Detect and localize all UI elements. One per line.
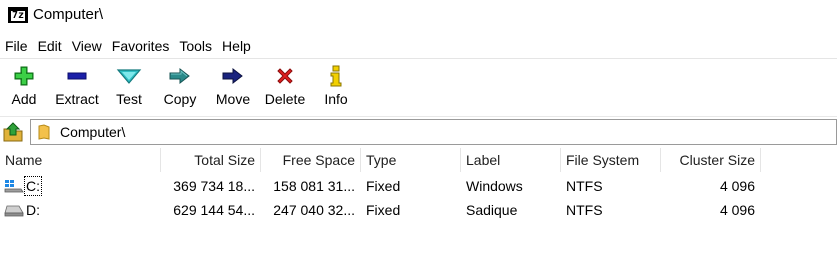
cluster-size-cell: 4 096 — [719, 202, 755, 218]
column-header-file-system[interactable]: File System — [561, 148, 660, 172]
address-input[interactable]: Computer\ — [30, 119, 837, 145]
drive-name: D: — [26, 202, 40, 218]
info-icon — [330, 65, 342, 87]
move-arrow-icon — [222, 67, 243, 85]
menu-view[interactable]: View — [67, 34, 107, 58]
column-header-label[interactable]: Label — [461, 148, 560, 172]
column-header-total-size[interactable]: Total Size — [161, 148, 260, 172]
address-bar: Computer\ — [0, 116, 837, 148]
menu-file[interactable]: File — [0, 34, 33, 58]
column-header-name[interactable]: Name — [0, 148, 160, 172]
delete-button[interactable]: Delete — [262, 63, 308, 113]
copy-arrow-icon — [169, 67, 190, 85]
up-folder-button[interactable] — [2, 121, 24, 143]
drive-row-c[interactable]: C: 369 734 18... 158 081 31... Fixed Win… — [0, 174, 837, 198]
file-system-cell: NTFS — [566, 178, 603, 194]
folder-up-icon — [3, 122, 23, 142]
plus-icon — [14, 66, 34, 86]
column-header-free-space[interactable]: Free Space — [261, 148, 360, 172]
checkmark-icon — [116, 69, 142, 84]
label-cell: Windows — [466, 178, 523, 194]
file-system-cell: NTFS — [566, 202, 603, 218]
copy-button[interactable]: Copy — [162, 63, 198, 113]
type-cell: Fixed — [366, 178, 401, 194]
info-button[interactable]: Info — [322, 63, 350, 113]
list-header: Name Total Size Free Space Type Label Fi… — [0, 148, 837, 172]
drive-name: C: — [24, 176, 42, 196]
window-title: Computer\ — [33, 6, 104, 23]
menu-favorites[interactable]: Favorites — [107, 34, 175, 58]
move-button[interactable]: Move — [213, 63, 253, 113]
menu-help[interactable]: Help — [217, 34, 256, 58]
free-space-cell: 247 040 32... — [273, 202, 355, 218]
extract-button[interactable]: Extract — [52, 63, 102, 113]
minus-icon — [67, 72, 87, 80]
test-button[interactable]: Test — [113, 63, 145, 113]
cluster-size-cell: 4 096 — [719, 178, 755, 194]
drive-row-d[interactable]: D: 629 144 54... 247 040 32... Fixed Sad… — [0, 198, 837, 222]
toolbar: Add Extract Test Copy Move Delete Info — [0, 58, 837, 116]
title-bar: 7z Computer\ — [0, 0, 837, 34]
windows-drive-icon — [4, 180, 24, 193]
folder-icon — [38, 124, 50, 140]
free-space-cell: 158 081 31... — [273, 178, 355, 194]
total-size-cell: 629 144 54... — [173, 202, 255, 218]
label-cell: Sadique — [466, 202, 518, 218]
total-size-cell: 369 734 18... — [173, 178, 255, 194]
address-text: Computer\ — [60, 124, 126, 140]
menu-tools[interactable]: Tools — [174, 34, 217, 58]
7zip-app-icon: 7z — [8, 7, 28, 23]
column-header-type[interactable]: Type — [361, 148, 460, 172]
hard-drive-icon — [4, 205, 24, 217]
menu-edit[interactable]: Edit — [33, 34, 67, 58]
add-button[interactable]: Add — [8, 63, 40, 113]
delete-x-icon — [277, 68, 293, 84]
type-cell: Fixed — [366, 202, 401, 218]
column-divider[interactable] — [760, 148, 761, 172]
menu-bar: File Edit View Favorites Tools Help — [0, 34, 837, 58]
column-header-cluster-size[interactable]: Cluster Size — [661, 148, 760, 172]
